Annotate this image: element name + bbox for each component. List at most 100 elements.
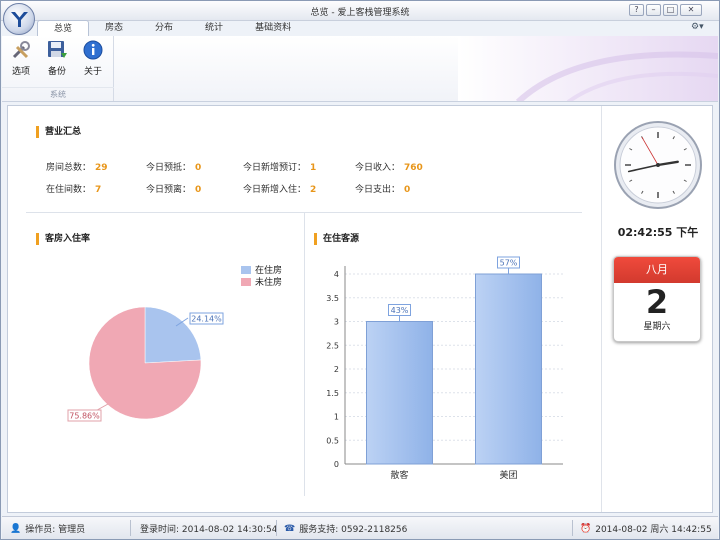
side-pane: 02:42:55 下午 八月 2 星期六: [601, 106, 713, 512]
stat-item: 今日收入： 760: [355, 160, 423, 173]
tab-distribution[interactable]: 分布: [139, 20, 189, 36]
occupancy-title: 客房入住率: [36, 233, 90, 245]
stat-value: 29: [95, 163, 108, 173]
status-login: 登录时间: 2014-08-02 14:30:54: [140, 522, 277, 535]
pie-data-label: 75.86%: [69, 412, 100, 421]
window-controls: ? – □ ✕: [629, 4, 702, 16]
stat-label: 今日支出：: [355, 185, 401, 195]
legend-vacant: 未住房: [241, 275, 282, 288]
x-tick-label: 美团: [499, 469, 517, 481]
backup-button[interactable]: 备份: [42, 39, 72, 77]
dashboard: 营业汇总 房间总数： 29 今日预抵： 0 今日新增预订： 1 今日收入： 760 在住间数： 7…: [7, 105, 713, 513]
settings-icon[interactable]: ⚙▾: [691, 22, 704, 32]
backup-label: 备份: [47, 67, 66, 77]
options-label: 选项: [11, 67, 30, 77]
analog-clock: [614, 121, 702, 209]
stat-label: 今日新增入住：: [243, 185, 307, 195]
calendar-weekday: 星期六: [643, 322, 671, 332]
legend-label: 未住房: [255, 278, 283, 288]
stat-value: 0: [195, 163, 202, 173]
options-button[interactable]: 选项: [6, 39, 36, 77]
help-icon[interactable]: ?: [629, 4, 644, 16]
ribbon-decoration: [458, 36, 718, 101]
source-title: 在住客源: [314, 233, 359, 245]
phone-icon: ☎: [284, 523, 296, 534]
source-bar-chart: 0 0.5 1 1.5 2 2.5 3 3.5 4 43% 散客 57% 美团: [326, 256, 563, 481]
stat-item: 今日支出： 0: [355, 182, 410, 195]
summary-title: 营业汇总: [36, 126, 81, 138]
system-group: 选项 备份 关于 系统: [2, 36, 114, 101]
y-tick-label: 2: [334, 365, 339, 374]
pie-data-label: 24.14%: [191, 315, 222, 324]
main-pane: 营业汇总 房间总数： 29 今日预抵： 0 今日新增预订： 1 今日收入： 760 在住间数： 7…: [8, 106, 600, 512]
y-tick-label: 0: [334, 460, 339, 469]
tab-statistics[interactable]: 统计: [189, 20, 239, 36]
stat-value: 1: [310, 163, 317, 173]
status-datetime: ⏰ 2014-08-02 周六 14:42:55: [580, 522, 712, 536]
stat-label: 房间总数：: [46, 163, 92, 173]
status-separator: [572, 520, 573, 536]
status-bar: 👤 操作员: 管理员 登录时间: 2014-08-02 14:30:54 ☎ 服…: [2, 516, 718, 539]
y-tick-label: 0.5: [326, 436, 339, 445]
stat-value: 0: [404, 185, 411, 195]
status-separator: [276, 520, 277, 536]
stat-label: 今日预抵：: [146, 163, 192, 173]
about-label: 关于: [83, 67, 102, 77]
x-tick-label: 散客: [390, 469, 408, 481]
stat-item: 今日新增入住： 2: [243, 182, 316, 195]
bar-data-label: 57%: [500, 259, 518, 268]
maximize-icon[interactable]: □: [663, 4, 678, 16]
title-bar: 总览 - 爱上客栈管理系统 ? – □ ✕: [1, 1, 719, 21]
ribbon-tabs: 总览 房态 分布 统计 基础资料: [37, 20, 307, 36]
stat-item: 房间总数： 29: [46, 160, 108, 173]
digital-time: 02:42:55 下午: [617, 226, 699, 239]
bar: [475, 273, 542, 465]
calendar-month: 八月: [614, 257, 700, 283]
tools-icon: [12, 41, 30, 59]
login-text: 登录时间: 2014-08-02 14:30:54: [140, 525, 278, 535]
about-button[interactable]: 关于: [78, 39, 108, 77]
window-title: 总览 - 爱上客栈管理系统: [310, 8, 410, 18]
occupancy-pie-chart: 24.14% 75.86%: [67, 306, 224, 422]
ribbon: 选项 备份 关于 系统: [2, 36, 718, 102]
app-menu-button[interactable]: [3, 3, 35, 35]
clock-center: [656, 163, 660, 167]
clock-icon: ⏰: [580, 523, 592, 534]
support-text: 服务支持: 0592-2118256: [299, 525, 408, 535]
stat-item: 今日新增预订： 1: [243, 160, 316, 173]
stat-item: 今日预离： 0: [146, 182, 201, 195]
stat-item: 在住间数： 7: [46, 182, 101, 195]
logo-icon: [11, 12, 28, 27]
y-tick-label: 4: [334, 270, 339, 279]
stat-label: 今日预离：: [146, 185, 192, 195]
minimize-icon[interactable]: –: [646, 4, 661, 16]
app-window: 总览 - 爱上客栈管理系统 ? – □ ✕ 总览 房态 分布 统计 基础资料 ⚙…: [0, 0, 720, 540]
stat-value: 0: [195, 185, 202, 195]
y-tick-label: 2.5: [326, 341, 339, 350]
user-icon: 👤: [10, 523, 22, 534]
calendar-day: 2: [645, 283, 669, 321]
stat-item: 今日预抵： 0: [146, 160, 201, 173]
status-separator: [130, 520, 131, 536]
stat-value: 760: [404, 163, 423, 173]
status-support: ☎ 服务支持: 0592-2118256: [284, 522, 408, 536]
tab-room-status[interactable]: 房态: [89, 20, 139, 36]
system-group-label: 系统: [2, 87, 114, 100]
operator-text: 操作员: 管理员: [25, 525, 86, 535]
status-operator: 👤 操作员: 管理员: [10, 522, 86, 536]
legend-swatch: [241, 277, 251, 286]
bar-data-label: 43%: [391, 306, 409, 315]
floppy-icon: [48, 41, 67, 58]
tab-base-data[interactable]: 基础资料: [239, 20, 307, 36]
stat-value: 7: [95, 185, 102, 195]
stat-label: 今日新增预订：: [243, 163, 307, 173]
close-icon[interactable]: ✕: [680, 4, 702, 16]
tab-overview[interactable]: 总览: [37, 20, 90, 36]
y-tick-label: 3.5: [326, 294, 339, 303]
stat-label: 今日收入：: [355, 163, 401, 173]
info-icon: [83, 40, 103, 60]
stat-value: 2: [310, 185, 317, 195]
y-tick-label: 1.5: [326, 389, 339, 398]
divider-vertical: [304, 213, 305, 496]
bar: [366, 321, 433, 465]
